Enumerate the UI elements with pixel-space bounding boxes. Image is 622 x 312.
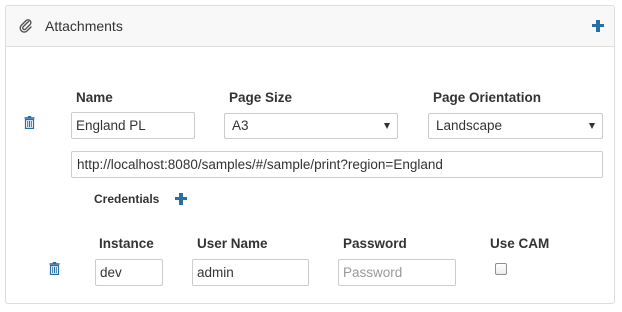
instance-label: Instance bbox=[99, 236, 154, 251]
credentials-title: Credentials bbox=[94, 192, 160, 206]
add-credential-plus-icon[interactable] bbox=[175, 193, 187, 205]
paperclip-icon bbox=[19, 19, 32, 33]
attachments-panel: Attachments Name Page Size Page Orientat… bbox=[5, 5, 615, 304]
page-size-select[interactable]: A3 bbox=[224, 113, 398, 139]
chevron-down-icon bbox=[384, 123, 390, 129]
use-cam-label: Use CAM bbox=[490, 236, 550, 251]
page-size-selected-value: A3 bbox=[232, 118, 249, 133]
page-orientation-label: Page Orientation bbox=[433, 90, 542, 105]
instance-input[interactable] bbox=[95, 259, 163, 286]
name-label: Name bbox=[76, 90, 113, 105]
delete-attachment-trash-icon[interactable] bbox=[24, 116, 35, 129]
add-attachment-plus-icon[interactable] bbox=[592, 20, 604, 32]
attachment-url-input[interactable] bbox=[71, 151, 603, 178]
password-input[interactable] bbox=[338, 259, 456, 286]
user-name-label: User Name bbox=[197, 236, 268, 251]
page-orientation-select[interactable]: Landscape bbox=[428, 113, 603, 139]
attachments-panel-heading: Attachments bbox=[6, 6, 614, 47]
password-label: Password bbox=[343, 236, 407, 251]
panel-title: Attachments bbox=[45, 18, 123, 34]
page-orientation-selected-value: Landscape bbox=[436, 118, 503, 133]
user-name-input[interactable] bbox=[192, 259, 309, 286]
delete-credential-trash-icon[interactable] bbox=[49, 262, 60, 275]
attachment-name-input[interactable] bbox=[71, 112, 195, 139]
page-size-label: Page Size bbox=[229, 90, 293, 105]
chevron-down-icon bbox=[589, 123, 595, 129]
use-cam-checkbox[interactable] bbox=[495, 263, 507, 275]
